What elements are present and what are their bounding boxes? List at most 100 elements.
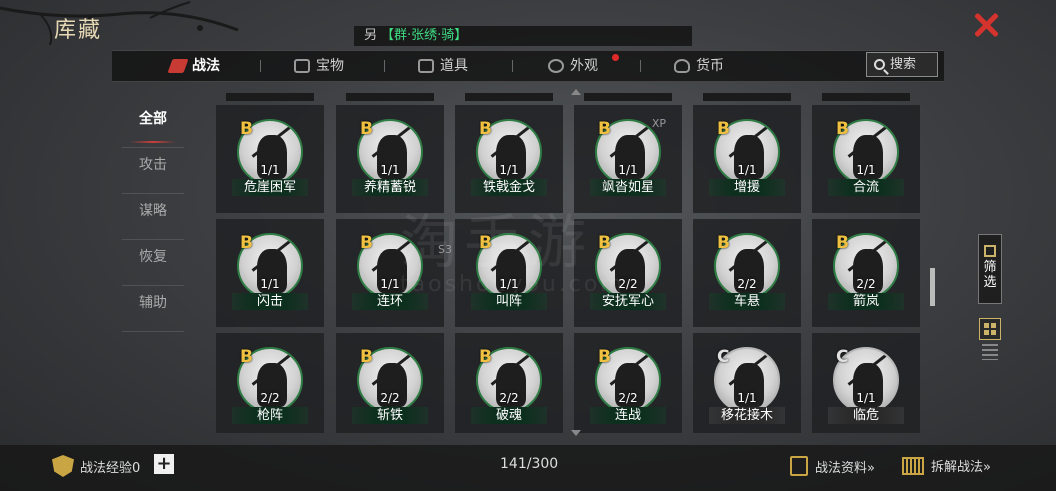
grade-label: C	[717, 347, 730, 367]
tactic-card[interactable]: B 1/1 闪击	[216, 219, 324, 327]
grade-label: B	[717, 233, 730, 253]
previous-row-edge	[226, 93, 314, 101]
badge-label: S3	[438, 243, 452, 256]
tactic-name: 连战	[590, 407, 666, 424]
tactic-name: 斩铁	[352, 407, 428, 424]
tactic-card[interactable]: B 2/2 斩铁	[336, 333, 444, 433]
hero-tag[interactable]: 另【群·张绣·骑】	[354, 26, 692, 46]
item-icon	[418, 59, 434, 73]
count-label: 2/2	[260, 391, 280, 405]
tactic-card[interactable]: B 1/1 合流	[812, 105, 920, 213]
search-button[interactable]: 搜索	[866, 52, 938, 77]
sidebar-item-recovery[interactable]: 恢复	[122, 240, 184, 286]
grade-label: B	[360, 347, 373, 367]
grid-view-icon[interactable]	[979, 318, 1001, 340]
count-label: 1/1	[380, 163, 400, 177]
tab-label: 货币	[696, 58, 724, 74]
hero-name: 【群·张绣·骑】	[381, 28, 468, 43]
link-label: 拆解战法»	[931, 460, 991, 475]
grade-label: B	[836, 233, 849, 253]
count-label: 1/1	[260, 277, 280, 291]
tactic-name: 养精蓄锐	[352, 179, 428, 196]
list-view-icon[interactable]	[982, 344, 998, 360]
sidebar-item-strategy[interactable]: 谋略	[122, 194, 184, 240]
tab-label: 道具	[440, 58, 468, 74]
grade-label: B	[479, 347, 492, 367]
notification-dot	[612, 54, 619, 61]
grade-label: B	[479, 233, 492, 253]
count-label: 1/1	[856, 391, 876, 405]
tactic-card[interactable]: B 2/2 破魂	[455, 333, 563, 433]
grade-label: B	[360, 119, 373, 139]
tactic-name: 枪阵	[232, 407, 308, 424]
count-label: 1/1	[260, 163, 280, 177]
sidebar-item-support[interactable]: 辅助	[122, 286, 184, 332]
tactic-name: 危崖困军	[232, 179, 308, 196]
exp-shield-icon	[52, 455, 74, 477]
appearance-icon	[548, 59, 564, 73]
count-label: 1/1	[618, 163, 638, 177]
page-title: 库藏	[54, 18, 103, 43]
grade-label: B	[240, 347, 253, 367]
tactic-name: 安抚军心	[590, 293, 666, 310]
scrollbar[interactable]	[930, 268, 935, 306]
tactic-card[interactable]: B 1/1 增援	[693, 105, 801, 213]
tactic-name: 箭岚	[828, 293, 904, 310]
filter-label: 筛选	[983, 260, 997, 290]
tactic-name: 闪击	[232, 293, 308, 310]
count-label: 2/2	[856, 277, 876, 291]
tactic-card[interactable]: B 2/2 枪阵	[216, 333, 324, 433]
tab-tactics[interactable]: 战法	[167, 51, 220, 81]
inventory-count: 141/300	[500, 456, 559, 472]
sidebar-item-all[interactable]: 全部	[122, 102, 184, 148]
tactic-card[interactable]: C 1/1 临危	[812, 333, 920, 433]
tactic-info-link[interactable]: 战法资料»	[790, 456, 875, 476]
tactic-name: 破魂	[471, 407, 547, 424]
tab-currency[interactable]: 货币	[674, 51, 724, 81]
tab-items[interactable]: 道具	[418, 51, 468, 81]
count-label: 2/2	[499, 391, 519, 405]
link-label: 战法资料»	[815, 460, 875, 476]
tactic-name: 增援	[709, 179, 785, 196]
grade-label: B	[836, 119, 849, 139]
search-label: 搜索	[890, 57, 917, 72]
book-icon	[790, 456, 808, 476]
count-label: 1/1	[737, 163, 757, 177]
tactic-card[interactable]: B 2/2 箭岚	[812, 219, 920, 327]
tactic-name: 铁戟金戈	[471, 179, 547, 196]
tab-treasure[interactable]: 宝物	[294, 51, 344, 81]
count-label: 1/1	[737, 391, 757, 405]
close-icon[interactable]	[971, 10, 1001, 40]
tactic-name: 叫阵	[471, 293, 547, 310]
exp-label: 战法经验0	[80, 460, 141, 476]
tab-label: 战法	[192, 58, 220, 74]
scroll-down-arrow-icon[interactable]	[571, 430, 581, 436]
scroll-icon	[167, 59, 189, 73]
count-label: 2/2	[618, 277, 638, 291]
hero-symbol: 另	[364, 28, 378, 43]
tab-appearance[interactable]: 外观	[548, 51, 598, 81]
tactic-card[interactable]: B 1/1 危崖困军	[216, 105, 324, 213]
previous-row-edge	[822, 93, 910, 101]
tactic-card[interactable]: B 2/2 连战	[574, 333, 682, 433]
grade-label: B	[598, 347, 611, 367]
tactic-name: 连环	[352, 293, 428, 310]
tactic-name: 合流	[828, 179, 904, 196]
count-label: 1/1	[856, 163, 876, 177]
tactic-card[interactable]: C 1/1 移花接木	[693, 333, 801, 433]
grade-label: B	[479, 119, 492, 139]
tactic-card[interactable]: B 2/2 车悬	[693, 219, 801, 327]
count-label: 2/2	[380, 391, 400, 405]
previous-row-edge	[465, 93, 553, 101]
count-label: 1/1	[499, 277, 519, 291]
sidebar-item-attack[interactable]: 攻击	[122, 148, 184, 194]
dismantle-tactic-link[interactable]: 拆解战法»	[902, 456, 991, 475]
previous-row-edge	[703, 93, 791, 101]
filter-button[interactable]: 筛选	[978, 234, 1002, 304]
tactic-name: 移花接木	[709, 407, 785, 424]
grade-label: C	[836, 347, 849, 367]
add-exp-button[interactable]: +	[154, 454, 174, 474]
dismantle-icon	[902, 456, 924, 475]
count-label: 2/2	[618, 391, 638, 405]
grade-label: B	[240, 233, 253, 253]
